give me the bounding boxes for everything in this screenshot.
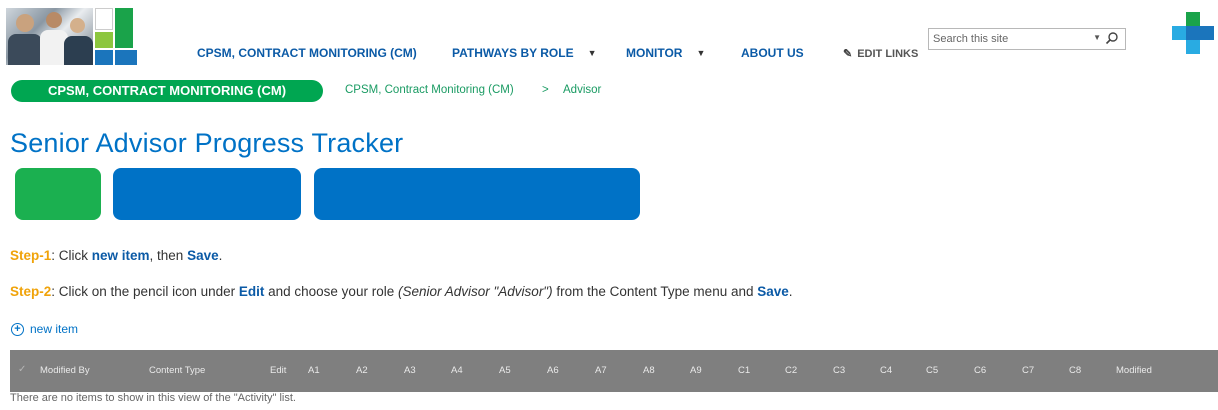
column-header[interactable]: A5 bbox=[499, 365, 511, 376]
column-header[interactable]: A6 bbox=[547, 365, 559, 376]
plus-circle-icon: + bbox=[11, 322, 24, 336]
column-header[interactable]: A3 bbox=[404, 365, 416, 376]
column-header[interactable]: A7 bbox=[595, 365, 607, 376]
promo-tile-green[interactable] bbox=[15, 168, 101, 220]
chevron-down-icon[interactable]: ▼ bbox=[1093, 33, 1101, 42]
column-header[interactable]: C6 bbox=[974, 365, 986, 376]
nav-item-pathways-by-role[interactable]: PATHWAYS BY ROLE ▼ bbox=[452, 46, 597, 60]
column-header[interactable]: C8 bbox=[1069, 365, 1081, 376]
column-header[interactable]: Modified By bbox=[40, 365, 90, 376]
page-title: Senior Advisor Progress Tracker bbox=[10, 128, 404, 158]
list-header: ✓ Modified By Content Type Edit A1 A2 A3… bbox=[10, 350, 1218, 392]
pencil-icon: ✎ bbox=[843, 48, 853, 60]
column-header[interactable]: C5 bbox=[926, 365, 938, 376]
search-box[interactable]: ▼ bbox=[928, 28, 1126, 50]
new-item-button[interactable]: + new item bbox=[11, 322, 78, 336]
edit-links-button[interactable]: ✎ EDIT LINKS bbox=[843, 47, 918, 60]
column-header[interactable]: Edit bbox=[270, 365, 286, 376]
promo-tile-blue-2[interactable] bbox=[314, 168, 640, 220]
empty-list-message: There are no items to show in this view … bbox=[10, 392, 296, 404]
column-header[interactable]: A1 bbox=[308, 365, 320, 376]
nav-item-about-us[interactable]: ABOUT US bbox=[741, 46, 804, 60]
instruction-step-1: Step-1: Click new item, then Save. bbox=[10, 248, 223, 263]
column-header[interactable]: C1 bbox=[738, 365, 750, 376]
column-header[interactable]: A8 bbox=[643, 365, 655, 376]
chevron-down-icon[interactable]: ▼ bbox=[588, 48, 597, 58]
column-header[interactable]: C4 bbox=[880, 365, 892, 376]
chevron-down-icon[interactable]: ▼ bbox=[696, 48, 705, 58]
column-header[interactable]: Content Type bbox=[149, 365, 205, 376]
breadcrumb-link[interactable]: CPSM, Contract Monitoring (CM) bbox=[345, 84, 514, 96]
promo-tile-blue-1[interactable] bbox=[113, 168, 301, 220]
column-header[interactable]: Modified bbox=[1116, 365, 1152, 376]
breadcrumb-separator: > bbox=[542, 84, 549, 96]
checkmark-icon[interactable]: ✓ bbox=[18, 364, 26, 375]
search-input[interactable] bbox=[929, 29, 1079, 49]
corner-logo bbox=[1172, 12, 1214, 56]
column-header[interactable]: A9 bbox=[690, 365, 702, 376]
column-header[interactable]: C3 bbox=[833, 365, 845, 376]
site-logo-blocks bbox=[95, 8, 141, 65]
column-header[interactable]: C7 bbox=[1022, 365, 1034, 376]
instruction-step-2: Step-2: Click on the pencil icon under E… bbox=[10, 284, 793, 299]
column-header[interactable]: A2 bbox=[356, 365, 368, 376]
column-header[interactable]: C2 bbox=[785, 365, 797, 376]
nav-item-cpsm[interactable]: CPSM, CONTRACT MONITORING (CM) bbox=[197, 46, 417, 60]
site-title-pill[interactable]: CPSM, CONTRACT MONITORING (CM) bbox=[11, 80, 323, 102]
site-logo-photo[interactable] bbox=[6, 8, 93, 65]
breadcrumb-current: Advisor bbox=[563, 84, 602, 96]
search-icon[interactable] bbox=[1105, 31, 1119, 45]
nav-item-monitor[interactable]: MONITOR ▼ bbox=[626, 46, 705, 60]
column-header[interactable]: A4 bbox=[451, 365, 463, 376]
